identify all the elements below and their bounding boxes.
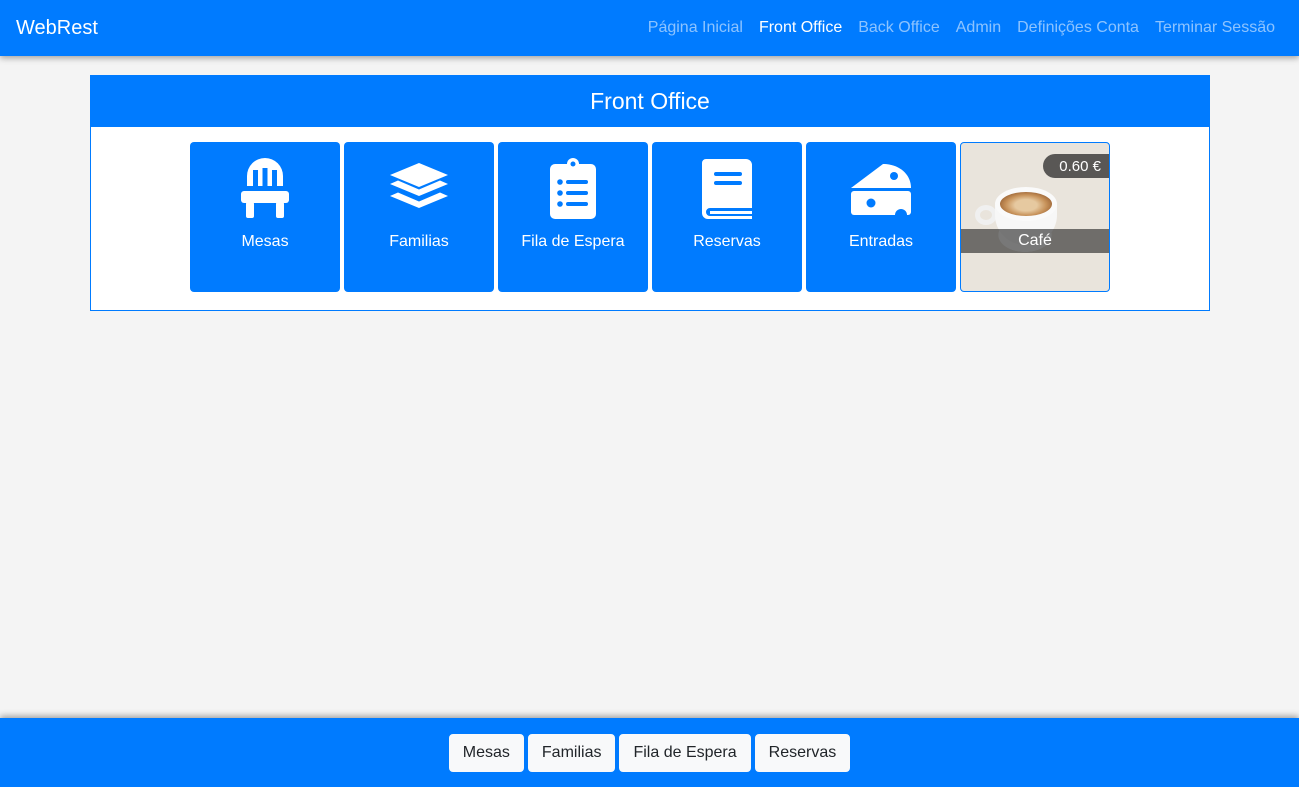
tile-fila-de-espera[interactable]: Fila de Espera [498,142,648,292]
footer-button-reservas[interactable]: Reservas [754,733,851,772]
tile-entradas[interactable]: Entradas [806,142,956,292]
nav-link-back-office[interactable]: Back Office [858,19,940,37]
tile-cafe[interactable]: 0.60 € Café [960,142,1110,292]
footer-button-fila-de-espera[interactable]: Fila de Espera [619,733,751,772]
nav-link-account-settings[interactable]: Definições Conta [1017,19,1139,37]
tile-grid: Mesas Familias Fila de Espera Reservas E… [91,127,1209,292]
footer-button-familias[interactable]: Familias [527,733,616,772]
tile-mesas[interactable]: Mesas [190,142,340,292]
footer-button-mesas[interactable]: Mesas [448,733,524,772]
chair-icon [233,157,297,221]
nav-link-logout[interactable]: Terminar Sessão [1155,19,1275,37]
coffee-cup-handle [975,205,997,225]
nav-link-home[interactable]: Página Inicial [648,19,743,37]
bottom-toolbar: Mesas Familias Fila de Espera Reservas [0,718,1299,787]
price-badge: 0.60 € [1043,154,1109,178]
tile-label: Entradas [848,233,914,250]
tile-familias[interactable]: Familias [344,142,494,292]
coffee-cup-image [995,187,1057,221]
top-navbar: WebRest Página Inicial Front Office Back… [0,0,1299,56]
front-office-panel: Front Office Mesas Familias Fila de Espe… [90,75,1210,311]
panel-title: Front Office [91,76,1209,127]
layers-icon [387,157,451,221]
book-icon [695,157,759,221]
tile-label: Reservas [693,233,761,250]
nav-links: Página Inicial Front Office Back Office … [648,19,1275,37]
nav-link-front-office[interactable]: Front Office [759,19,842,37]
clipboard-list-icon [541,157,605,221]
tile-label: Café [961,229,1109,253]
cheese-icon [849,157,913,221]
tile-reservas[interactable]: Reservas [652,142,802,292]
nav-link-admin[interactable]: Admin [956,19,1001,37]
tile-label: Mesas [241,233,289,250]
tile-label: Fila de Espera [521,233,625,250]
tile-label: Familias [389,233,449,250]
brand-logo[interactable]: WebRest [16,17,98,40]
